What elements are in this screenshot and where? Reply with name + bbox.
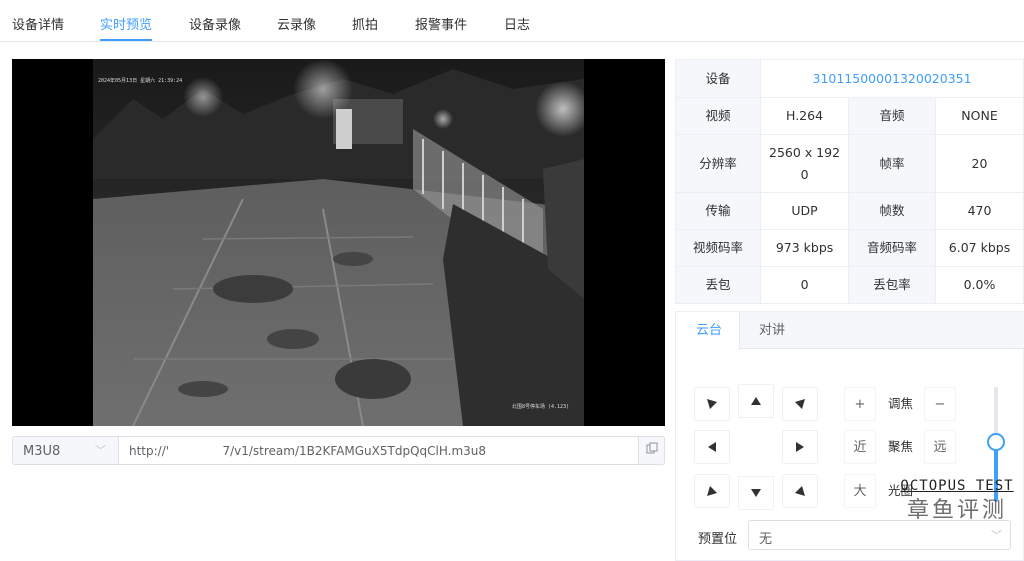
arrow-left-icon	[708, 442, 716, 452]
fps-label: 帧率	[848, 134, 937, 193]
preset-label: 预置位	[698, 532, 738, 547]
ptz-up-button[interactable]	[738, 384, 774, 418]
preset-value: 无	[759, 532, 773, 547]
ptz-down-left-button[interactable]	[694, 474, 730, 508]
resolution-value-line2: 0	[800, 166, 809, 182]
ptz-right-button[interactable]	[782, 430, 818, 464]
packet-loss-rate-value: 0.0%	[935, 266, 1024, 304]
chevron-down-icon: ﹀	[991, 529, 1002, 542]
audio-bitrate-value: 6.07 kbps	[935, 229, 1024, 267]
video-player[interactable]: 2024年05月13日 星期六 21:39:24 北围8号停车场 (4.123)	[12, 59, 665, 426]
frames-value: 470	[935, 192, 1024, 230]
focus-far-button[interactable]: 远	[924, 430, 956, 464]
device-id: 31011500001320020351	[760, 59, 1024, 98]
iris-open-button[interactable]: 大	[844, 474, 876, 508]
packet-loss-label: 丢包	[674, 266, 762, 304]
arrow-down-right-icon	[795, 486, 805, 496]
copy-url-button[interactable]	[638, 437, 664, 464]
packet-loss-value: 0	[760, 266, 850, 304]
ptz-speed-slider-thumb[interactable]	[987, 433, 1005, 452]
transport-value: UDP	[760, 192, 850, 230]
resolution-value-line1: 2560 x 192	[769, 144, 841, 160]
arrow-up-right-icon	[795, 399, 805, 409]
stream-info-table: 设备 31011500001320020351 视频 H.264 音频 NONE…	[674, 59, 1024, 304]
video-bitrate-label: 视频码率	[674, 229, 762, 267]
control-tabs: 云台 对讲	[676, 312, 1024, 350]
tab-snapshots[interactable]: 抓拍	[352, 14, 378, 33]
zoom-out-button[interactable]: −	[924, 387, 956, 421]
arrow-right-icon	[796, 442, 804, 452]
transport-label: 传输	[674, 192, 762, 230]
zoom-in-button[interactable]: +	[844, 387, 876, 421]
fps-value: 20	[935, 134, 1024, 193]
ptz-control-panel: 云台 对讲 + 调焦 − 近 聚焦 远 大 光圈 预置位 无 ﹀	[675, 311, 1024, 561]
iris-label: 光圈	[888, 483, 914, 498]
video-osd-location: 北围8号停车场 (4.123)	[512, 404, 570, 410]
device-label: 设备	[674, 59, 762, 98]
ptz-down-right-button[interactable]	[782, 474, 818, 508]
protocol-select[interactable]: M3U8 ﹀	[13, 437, 119, 464]
focus-near-button[interactable]: 近	[844, 430, 876, 464]
video-codec-label: 视频	[674, 97, 762, 135]
audio-bitrate-label: 音频码率	[848, 229, 937, 267]
tab-live-preview[interactable]: 实时预览	[100, 14, 152, 33]
tab-device-recordings[interactable]: 设备录像	[189, 14, 241, 33]
ptz-left-button[interactable]	[694, 430, 730, 464]
stream-url-bar: M3U8 ﹀ http://' 7/v1/stream/1B2KFAMGuX5T…	[12, 436, 665, 465]
ptz-up-right-button[interactable]	[782, 387, 818, 421]
arrow-down-left-icon	[707, 486, 717, 496]
tab-intercom[interactable]: 对讲	[759, 312, 785, 349]
ptz-up-left-button[interactable]	[694, 387, 730, 421]
top-tabs: 设备详情 实时预览 设备录像 云录像 抓拍 报警事件 日志	[0, 0, 1024, 42]
video-codec-value: H.264	[760, 97, 850, 135]
arrow-up-icon	[751, 397, 761, 405]
tab-device-details[interactable]: 设备详情	[12, 14, 64, 33]
active-tab-indicator	[100, 39, 152, 41]
ptz-down-button[interactable]	[738, 476, 774, 510]
ptz-speed-slider[interactable]	[987, 387, 1005, 502]
tab-ptz[interactable]: 云台	[676, 312, 740, 350]
video-osd-timestamp: 2024年05月13日 星期六 21:39:24	[98, 78, 183, 84]
audio-codec-value: NONE	[935, 97, 1024, 135]
packet-loss-rate-label: 丢包率	[848, 266, 937, 304]
video-frame	[93, 59, 584, 426]
preset-select[interactable]: 无 ﹀	[748, 520, 1011, 550]
video-bitrate-value: 973 kbps	[760, 229, 850, 267]
tab-alarm-events[interactable]: 报警事件	[415, 14, 467, 33]
resolution-value: 2560 x 192 0	[760, 134, 850, 193]
arrow-down-icon	[751, 489, 761, 497]
stream-url-input[interactable]: http://' 7/v1/stream/1B2KFAMGuX5TdpQqClH…	[129, 444, 486, 458]
copy-icon	[646, 442, 657, 454]
tab-logs[interactable]: 日志	[504, 14, 530, 33]
tab-cloud-recordings[interactable]: 云录像	[277, 14, 316, 33]
focus-label: 聚焦	[888, 439, 914, 454]
audio-codec-label: 音频	[848, 97, 937, 135]
frames-label: 帧数	[848, 192, 937, 230]
chevron-down-icon: ﹀	[95, 444, 106, 457]
ptz-speed-slider-fill	[994, 442, 998, 502]
resolution-label: 分辨率	[674, 134, 762, 193]
zoom-label: 调焦	[888, 396, 914, 411]
arrow-up-left-icon	[707, 399, 717, 409]
protocol-value: M3U8	[23, 444, 61, 459]
